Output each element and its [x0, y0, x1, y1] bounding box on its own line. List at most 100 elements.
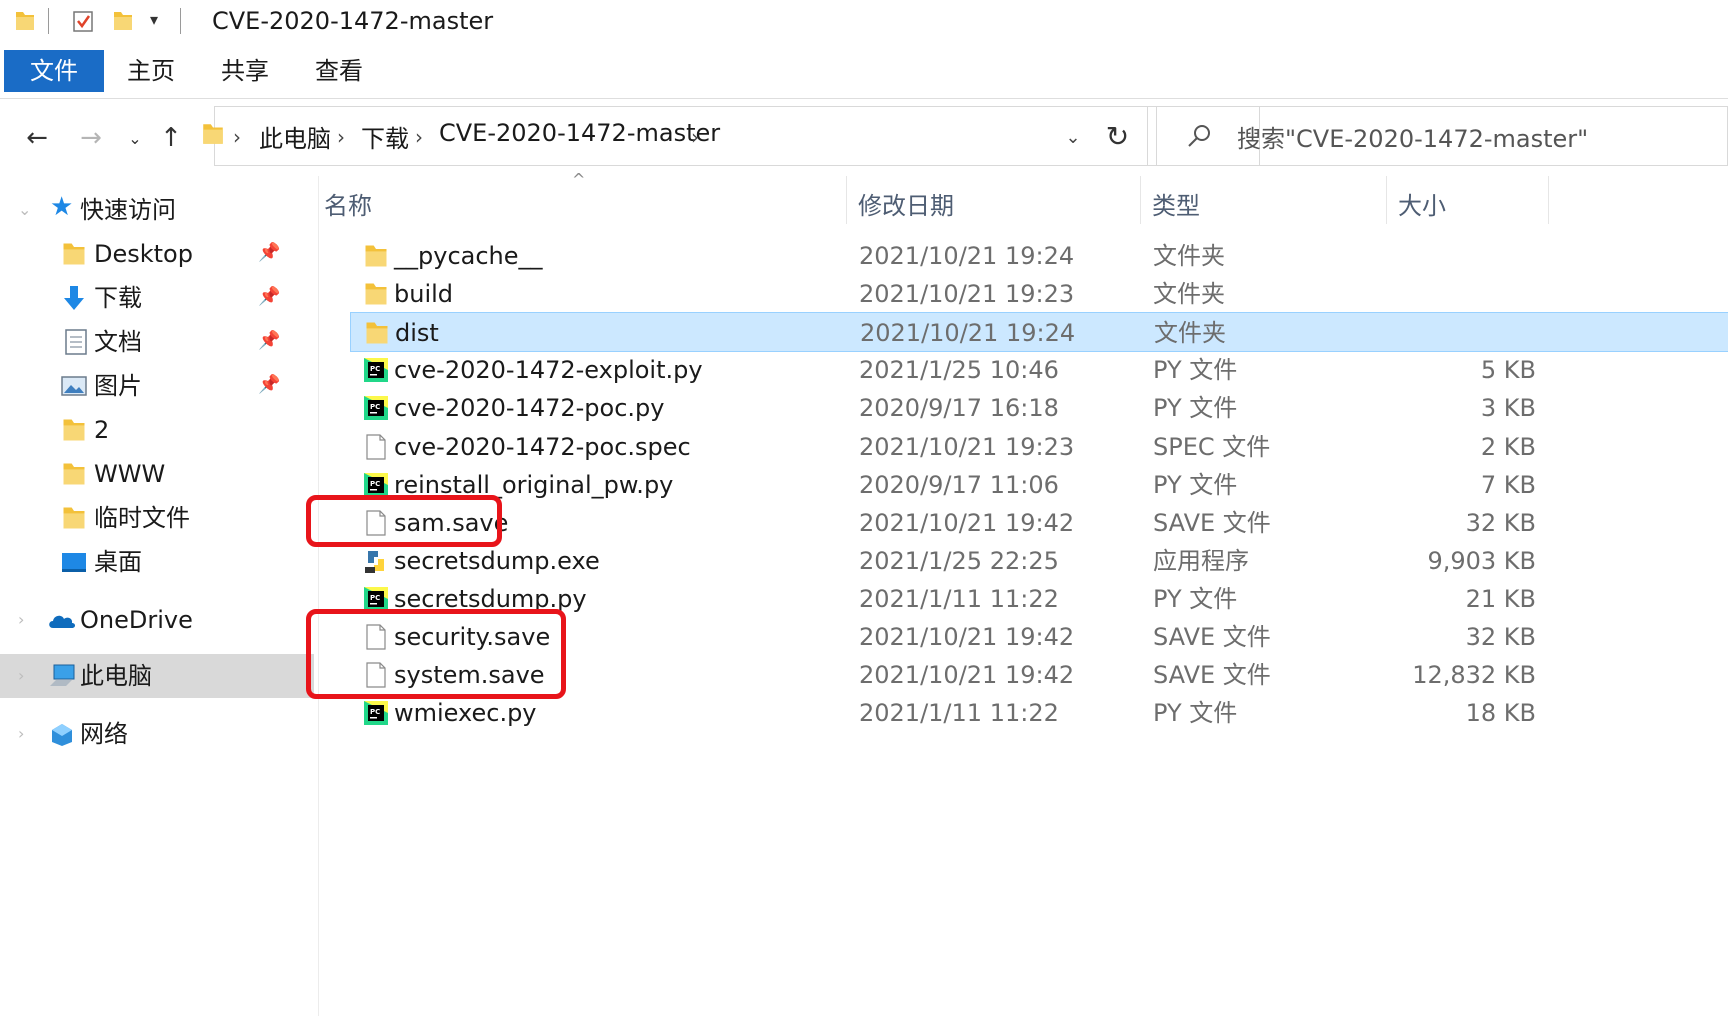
- sidebar-item-folder-2[interactable]: 2: [0, 408, 314, 452]
- title-bar: ▾ CVE-2020-1472-master: [0, 0, 1728, 42]
- table-row[interactable]: PC wmiexec.py 2021/1/11 11:22 PY 文件 18 KB: [350, 693, 1728, 733]
- sidebar-item-temp-files[interactable]: 临时文件: [0, 496, 314, 540]
- folder-icon[interactable]: [14, 9, 36, 33]
- file-size: 3 KB: [1480, 394, 1536, 423]
- breadcrumb-this-pc[interactable]: 此电脑: [259, 119, 331, 154]
- computer-icon: [50, 664, 75, 686]
- sidebar-this-pc[interactable]: › 此电脑: [0, 654, 314, 698]
- file-name: dist: [395, 319, 439, 348]
- file-name: cve-2020-1472-poc.spec: [394, 432, 691, 461]
- forward-arrow-icon[interactable]: →: [74, 120, 108, 156]
- column-header-date[interactable]: 修改日期: [858, 186, 954, 221]
- desktop-icon: [62, 553, 86, 572]
- file-date: 2021/10/21 19:23: [859, 280, 1075, 309]
- properties-icon[interactable]: [72, 9, 94, 33]
- sidebar-item-pictures[interactable]: 图片 📌: [0, 364, 314, 408]
- tab-view[interactable]: 查看: [298, 50, 380, 92]
- breadcrumb-downloads[interactable]: 下载: [361, 119, 409, 154]
- pin-icon[interactable]: 📌: [258, 330, 282, 354]
- tab-file[interactable]: 文件: [4, 50, 104, 92]
- table-row[interactable]: PC reinstall_original_pw.py 2020/9/17 11:0…: [350, 465, 1728, 505]
- sidebar-quick-access[interactable]: ⌄ ★ 快速访问: [0, 188, 314, 232]
- sidebar-item-desktop-folder[interactable]: Desktop 📌: [0, 232, 314, 276]
- recent-locations-chevron-icon[interactable]: ⌄: [118, 120, 152, 156]
- chevron-right-icon[interactable]: ›: [337, 125, 345, 149]
- sidebar-onedrive[interactable]: › OneDrive: [0, 598, 314, 642]
- column-divider[interactable]: [1548, 176, 1549, 224]
- highlight-box: [306, 494, 502, 547]
- search-box[interactable]: 搜索"CVE-2020-1472-master": [1156, 106, 1728, 166]
- sidebar-item-documents[interactable]: 文档 📌: [0, 320, 314, 364]
- column-header-name[interactable]: 名称: [324, 186, 372, 221]
- sidebar-item-label: OneDrive: [80, 606, 193, 634]
- column-divider[interactable]: [1386, 176, 1387, 224]
- folder-icon: [63, 507, 85, 529]
- file-type: SPEC 文件: [1153, 432, 1271, 461]
- chevron-right-icon[interactable]: ›: [691, 125, 699, 149]
- chevron-right-icon[interactable]: ›: [18, 610, 24, 629]
- column-divider[interactable]: [846, 176, 847, 224]
- up-arrow-icon[interactable]: ↑: [154, 120, 188, 156]
- file-name: __pycache__: [394, 242, 543, 270]
- new-folder-icon[interactable]: [112, 9, 134, 33]
- refresh-icon[interactable]: ↻: [1088, 106, 1148, 166]
- chevron-right-icon[interactable]: ›: [18, 666, 24, 685]
- network-icon: [52, 724, 72, 746]
- sidebar-item-label: 图片: [94, 372, 142, 400]
- column-divider[interactable]: [1140, 176, 1141, 224]
- pin-icon[interactable]: 📌: [258, 374, 282, 398]
- file-date: 2021/10/21 19:24: [860, 319, 1076, 348]
- file-name: cve-2020-1472-poc.py: [394, 394, 665, 423]
- document-icon: [65, 329, 87, 355]
- file-size: 5 KB: [1480, 356, 1536, 385]
- sidebar-item-www[interactable]: WWW: [0, 452, 314, 496]
- file-type: PY 文件: [1153, 699, 1238, 728]
- onedrive-cloud-icon: [49, 615, 75, 628]
- customize-dropdown-icon[interactable]: ▾: [150, 10, 158, 29]
- svg-text:PC: PC: [370, 708, 380, 716]
- sidebar-item-label: 文档: [94, 328, 142, 356]
- file-date: 2021/1/25 22:25: [859, 546, 1059, 575]
- table-row[interactable]: dist 2021/10/21 19:24 文件夹: [350, 312, 1728, 353]
- table-row[interactable]: sam.save 2021/10/21 19:42 SAVE 文件 32 KB: [350, 503, 1728, 543]
- file-size: 7 KB: [1480, 470, 1536, 499]
- file-date: 2021/10/21 19:42: [859, 508, 1075, 537]
- file-date: 2021/1/11 11:22: [859, 584, 1059, 613]
- chevron-right-icon[interactable]: ›: [18, 724, 24, 743]
- breadcrumb-current-folder[interactable]: CVE-2020-1472-master: [439, 119, 720, 147]
- svg-text:PC: PC: [370, 403, 380, 411]
- table-row[interactable]: secretsdump.exe 2021/1/25 22:25 应用程序 9,903 …: [350, 541, 1728, 581]
- sidebar-item-downloads[interactable]: 下载 📌: [0, 276, 314, 320]
- table-row[interactable]: __pycache__ 2021/10/21 19:24 文件夹: [350, 236, 1728, 276]
- sidebar-item-label: 快速访问: [80, 196, 176, 224]
- file-size: 9,903 KB: [1427, 546, 1536, 575]
- column-header-size[interactable]: 大小: [1398, 186, 1446, 221]
- sidebar-item-desktop[interactable]: 桌面: [0, 540, 314, 584]
- sidebar-item-label: WWW: [94, 460, 166, 488]
- column-header-type[interactable]: 类型: [1152, 186, 1200, 221]
- tab-share[interactable]: 共享: [204, 50, 286, 92]
- table-row[interactable]: PC cve-2020-1472-exploit.py 2021/1/25 10:4…: [350, 350, 1728, 390]
- sidebar-network[interactable]: › 网络: [0, 712, 314, 756]
- pin-icon[interactable]: 📌: [258, 286, 282, 310]
- pin-icon[interactable]: 📌: [258, 242, 282, 266]
- file-type: 文件夹: [1153, 280, 1225, 309]
- table-row[interactable]: cve-2020-1472-poc.spec 2021/10/21 19:23 SP…: [350, 427, 1728, 467]
- chevron-down-icon[interactable]: ⌄: [18, 200, 31, 219]
- sidebar-item-label: 临时文件: [94, 504, 190, 532]
- search-icon: [1188, 125, 1210, 147]
- chevron-right-icon[interactable]: ›: [415, 125, 423, 149]
- folder-icon: [203, 124, 223, 144]
- back-arrow-icon[interactable]: ←: [20, 120, 54, 156]
- table-row[interactable]: PC cve-2020-1472-poc.py 2020/9/17 16:18 PY …: [350, 388, 1728, 428]
- sort-ascending-icon: ^: [572, 170, 586, 189]
- folder-icon: [363, 319, 391, 347]
- table-row[interactable]: build 2021/10/21 19:23 文件夹: [350, 274, 1728, 314]
- chevron-right-icon[interactable]: ›: [233, 125, 241, 149]
- sidebar-item-label: 此电脑: [80, 662, 152, 690]
- pycharm-file-icon: PC: [362, 356, 390, 384]
- search-input[interactable]: 搜索"CVE-2020-1472-master": [1237, 119, 1588, 154]
- file-date: 2021/1/25 10:46: [859, 356, 1059, 385]
- tab-home[interactable]: 主页: [110, 50, 192, 92]
- file-type: PY 文件: [1153, 470, 1238, 499]
